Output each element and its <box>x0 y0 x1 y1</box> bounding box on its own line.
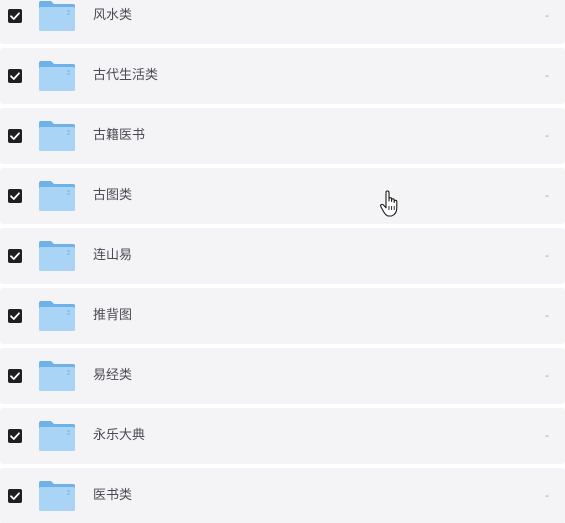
folder-name[interactable]: 永乐大典 <box>93 408 145 464</box>
folder-name[interactable]: 医书类 <box>93 468 132 523</box>
folder-icon[interactable] <box>38 480 76 512</box>
folder-size: - <box>545 9 549 22</box>
checkbox-checked-icon[interactable] <box>8 309 22 323</box>
checkbox-checked-icon[interactable] <box>8 489 22 503</box>
folder-icon[interactable] <box>38 0 76 32</box>
folder-icon[interactable] <box>38 60 76 92</box>
folder-row[interactable]: 推背图 - <box>0 288 565 344</box>
folder-row[interactable]: 易经类 - <box>0 348 565 404</box>
folder-row[interactable]: 医书类 - <box>0 468 565 523</box>
checkbox-checked-icon[interactable] <box>8 369 22 383</box>
folder-size: - <box>545 429 549 442</box>
folder-name[interactable]: 古图类 <box>93 168 132 224</box>
folder-icon[interactable] <box>38 300 76 332</box>
folder-row[interactable]: 永乐大典 - <box>0 408 565 464</box>
folder-size: - <box>545 129 549 142</box>
checkbox-checked-icon[interactable] <box>8 9 22 23</box>
checkbox-checked-icon[interactable] <box>8 129 22 143</box>
folder-size: - <box>545 249 549 262</box>
folder-size: - <box>545 369 549 382</box>
folder-icon[interactable] <box>38 360 76 392</box>
folder-icon[interactable] <box>38 240 76 272</box>
checkbox-checked-icon[interactable] <box>8 429 22 443</box>
folder-row[interactable]: 连山易 - <box>0 228 565 284</box>
folder-name[interactable]: 古籍医书 <box>93 108 145 164</box>
folder-name[interactable]: 连山易 <box>93 228 132 284</box>
checkbox-checked-icon[interactable] <box>8 69 22 83</box>
folder-name[interactable]: 易经类 <box>93 348 132 404</box>
folder-size: - <box>545 309 549 322</box>
folder-size: - <box>545 489 549 502</box>
folder-size: - <box>545 189 549 202</box>
folder-row[interactable]: 古图类 - <box>0 168 565 224</box>
folder-icon[interactable] <box>38 180 76 212</box>
folder-icon[interactable] <box>38 420 76 452</box>
folder-icon[interactable] <box>38 120 76 152</box>
file-list: 风水类 - 古代生活类 - 古籍医书 - 古图类 - 连山易 - 推背图 - 易… <box>0 0 565 523</box>
checkbox-checked-icon[interactable] <box>8 249 22 263</box>
checkbox-checked-icon[interactable] <box>8 189 22 203</box>
folder-name[interactable]: 古代生活类 <box>93 48 158 104</box>
folder-size: - <box>545 69 549 82</box>
folder-name[interactable]: 风水类 <box>93 0 132 44</box>
folder-name[interactable]: 推背图 <box>93 288 132 344</box>
folder-row[interactable]: 古籍医书 - <box>0 108 565 164</box>
folder-row[interactable]: 古代生活类 - <box>0 48 565 104</box>
folder-row[interactable]: 风水类 - <box>0 0 565 44</box>
